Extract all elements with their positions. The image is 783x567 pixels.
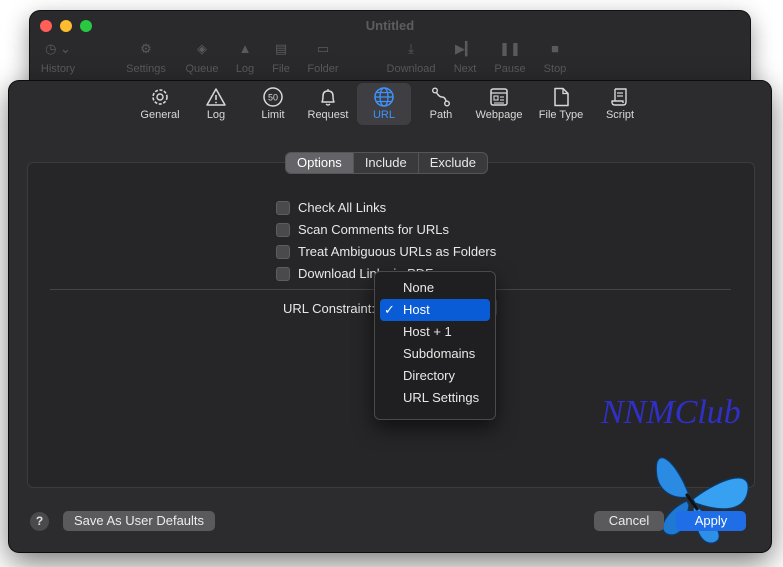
toolbar-folder[interactable]: ▭ Folder bbox=[302, 41, 344, 75]
script-icon bbox=[611, 88, 627, 106]
toolbar-log[interactable]: ▲ Log bbox=[230, 41, 260, 75]
checkbox-box[interactable] bbox=[276, 244, 290, 259]
menu-item-host-plus-one[interactable]: Host + 1 bbox=[380, 321, 490, 343]
toolbar-download[interactable]: ⤓ Download bbox=[382, 41, 440, 75]
menu-item-subdomains[interactable]: Subdomains bbox=[380, 343, 490, 365]
url-constraint-menu: None ✓ Host Host + 1 Subdomains Directory… bbox=[374, 271, 496, 420]
menu-item-url-settings[interactable]: URL Settings bbox=[380, 387, 490, 409]
stop-icon: ■ bbox=[551, 41, 559, 56]
log-icon: ▲ bbox=[238, 41, 252, 56]
checkbox-box[interactable] bbox=[276, 266, 290, 281]
gear-icon bbox=[152, 89, 168, 105]
toolbar-queue[interactable]: ◈ Queue bbox=[182, 41, 222, 75]
next-icon: ▶▎ bbox=[455, 41, 475, 56]
tab-limit[interactable]: 50 Limit bbox=[251, 83, 295, 125]
tab-webpage[interactable]: Webpage bbox=[471, 83, 527, 125]
file-icon bbox=[554, 87, 569, 107]
segment-exclude[interactable]: Exclude bbox=[419, 153, 487, 173]
toolbar-pause[interactable]: ❚❚ Pause bbox=[492, 41, 528, 75]
save-user-defaults-button[interactable]: Save As User Defaults bbox=[63, 511, 215, 531]
menu-item-host[interactable]: ✓ Host bbox=[380, 299, 490, 321]
segmented-control: Options Include Exclude bbox=[285, 152, 488, 174]
folder-icon: ▭ bbox=[316, 41, 330, 56]
menu-item-none[interactable]: None bbox=[380, 277, 490, 299]
limit-icon: 50 bbox=[263, 87, 283, 107]
checkmark-icon: ✓ bbox=[384, 302, 395, 317]
toolbar-next[interactable]: ▶▎ Next bbox=[450, 41, 480, 75]
cancel-button[interactable]: Cancel bbox=[594, 511, 664, 531]
toolbar-file[interactable]: ▤ File bbox=[266, 41, 296, 75]
url-constraint-label: URL Constraint: bbox=[283, 301, 375, 316]
tab-log[interactable]: Log bbox=[195, 83, 237, 125]
tab-general[interactable]: General bbox=[134, 83, 186, 125]
path-icon bbox=[432, 87, 450, 107]
webpage-icon bbox=[490, 88, 508, 106]
watermark-text: NNMClub bbox=[601, 394, 741, 431]
tab-request[interactable]: Request bbox=[302, 83, 354, 125]
checkbox-box[interactable] bbox=[276, 200, 290, 215]
pause-icon: ❚❚ bbox=[499, 41, 521, 56]
toolbar-stop[interactable]: ■ Stop bbox=[538, 41, 572, 75]
checkbox-check-all-links[interactable]: Check All Links bbox=[276, 200, 386, 215]
menu-item-directory[interactable]: Directory bbox=[380, 365, 490, 387]
segment-options[interactable]: Options bbox=[286, 153, 354, 173]
settings-icon: ⚙ bbox=[140, 41, 152, 56]
window-title: Untitled bbox=[365, 18, 415, 33]
history-icon: ◷ ⌄ bbox=[45, 41, 71, 56]
preferences-tabbar: General Log 50 Limit Request URL Path We… bbox=[9, 81, 771, 127]
queue-icon: ◈ bbox=[197, 41, 207, 56]
download-icon: ⤓ bbox=[408, 41, 414, 56]
segment-include[interactable]: Include bbox=[354, 153, 419, 173]
toolbar-settings[interactable]: ⚙ Settings bbox=[122, 41, 170, 75]
tab-script[interactable]: Script bbox=[599, 83, 641, 125]
globe-icon bbox=[374, 87, 394, 107]
limit-badge: 50 bbox=[268, 93, 278, 103]
file-icon: ▤ bbox=[274, 41, 288, 56]
tab-file-type[interactable]: File Type bbox=[534, 83, 588, 125]
checkbox-scan-comments[interactable]: Scan Comments for URLs bbox=[276, 222, 449, 237]
toolbar-history[interactable]: ◷ ⌄ History bbox=[36, 41, 80, 75]
preferences-sheet: General Log 50 Limit Request URL Path We… bbox=[9, 81, 771, 552]
checkbox-ambiguous-folders[interactable]: Treat Ambiguous URLs as Folders bbox=[276, 244, 496, 259]
help-button[interactable]: ? bbox=[30, 512, 49, 531]
tab-path[interactable]: Path bbox=[421, 83, 461, 125]
apply-button[interactable]: Apply bbox=[676, 511, 746, 531]
checkbox-box[interactable] bbox=[276, 222, 290, 237]
tab-url[interactable]: URL bbox=[357, 83, 411, 125]
warning-icon bbox=[206, 88, 226, 106]
bell-icon bbox=[321, 89, 335, 106]
